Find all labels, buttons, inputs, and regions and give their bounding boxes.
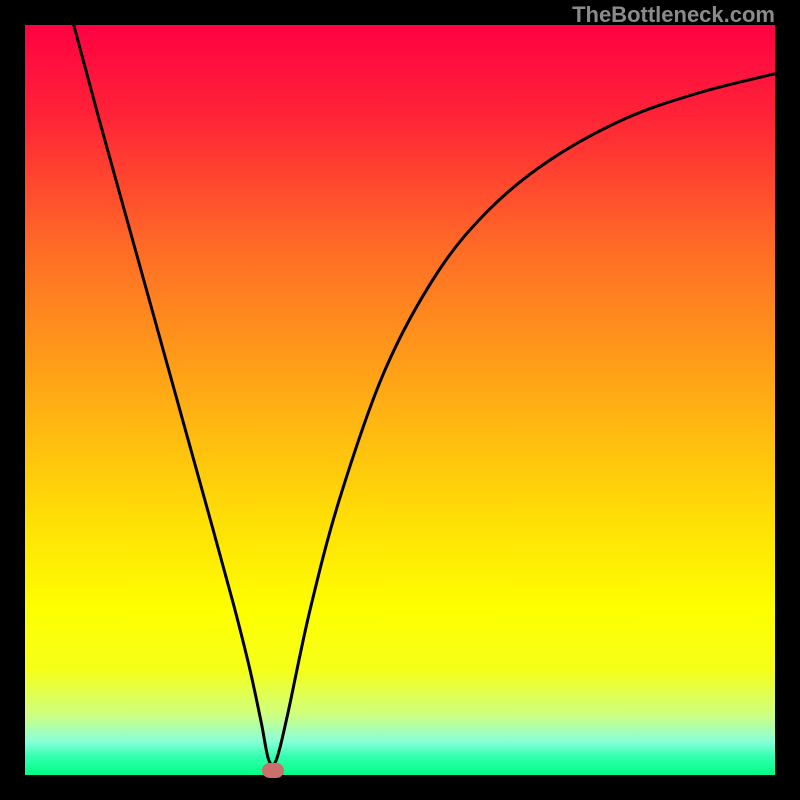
plot-area xyxy=(25,25,775,775)
bottleneck-curve xyxy=(74,25,775,765)
watermark-text: TheBottleneck.com xyxy=(572,2,775,28)
chart-container: TheBottleneck.com xyxy=(0,0,800,800)
curve-layer xyxy=(25,25,775,775)
minimum-marker xyxy=(262,763,284,778)
